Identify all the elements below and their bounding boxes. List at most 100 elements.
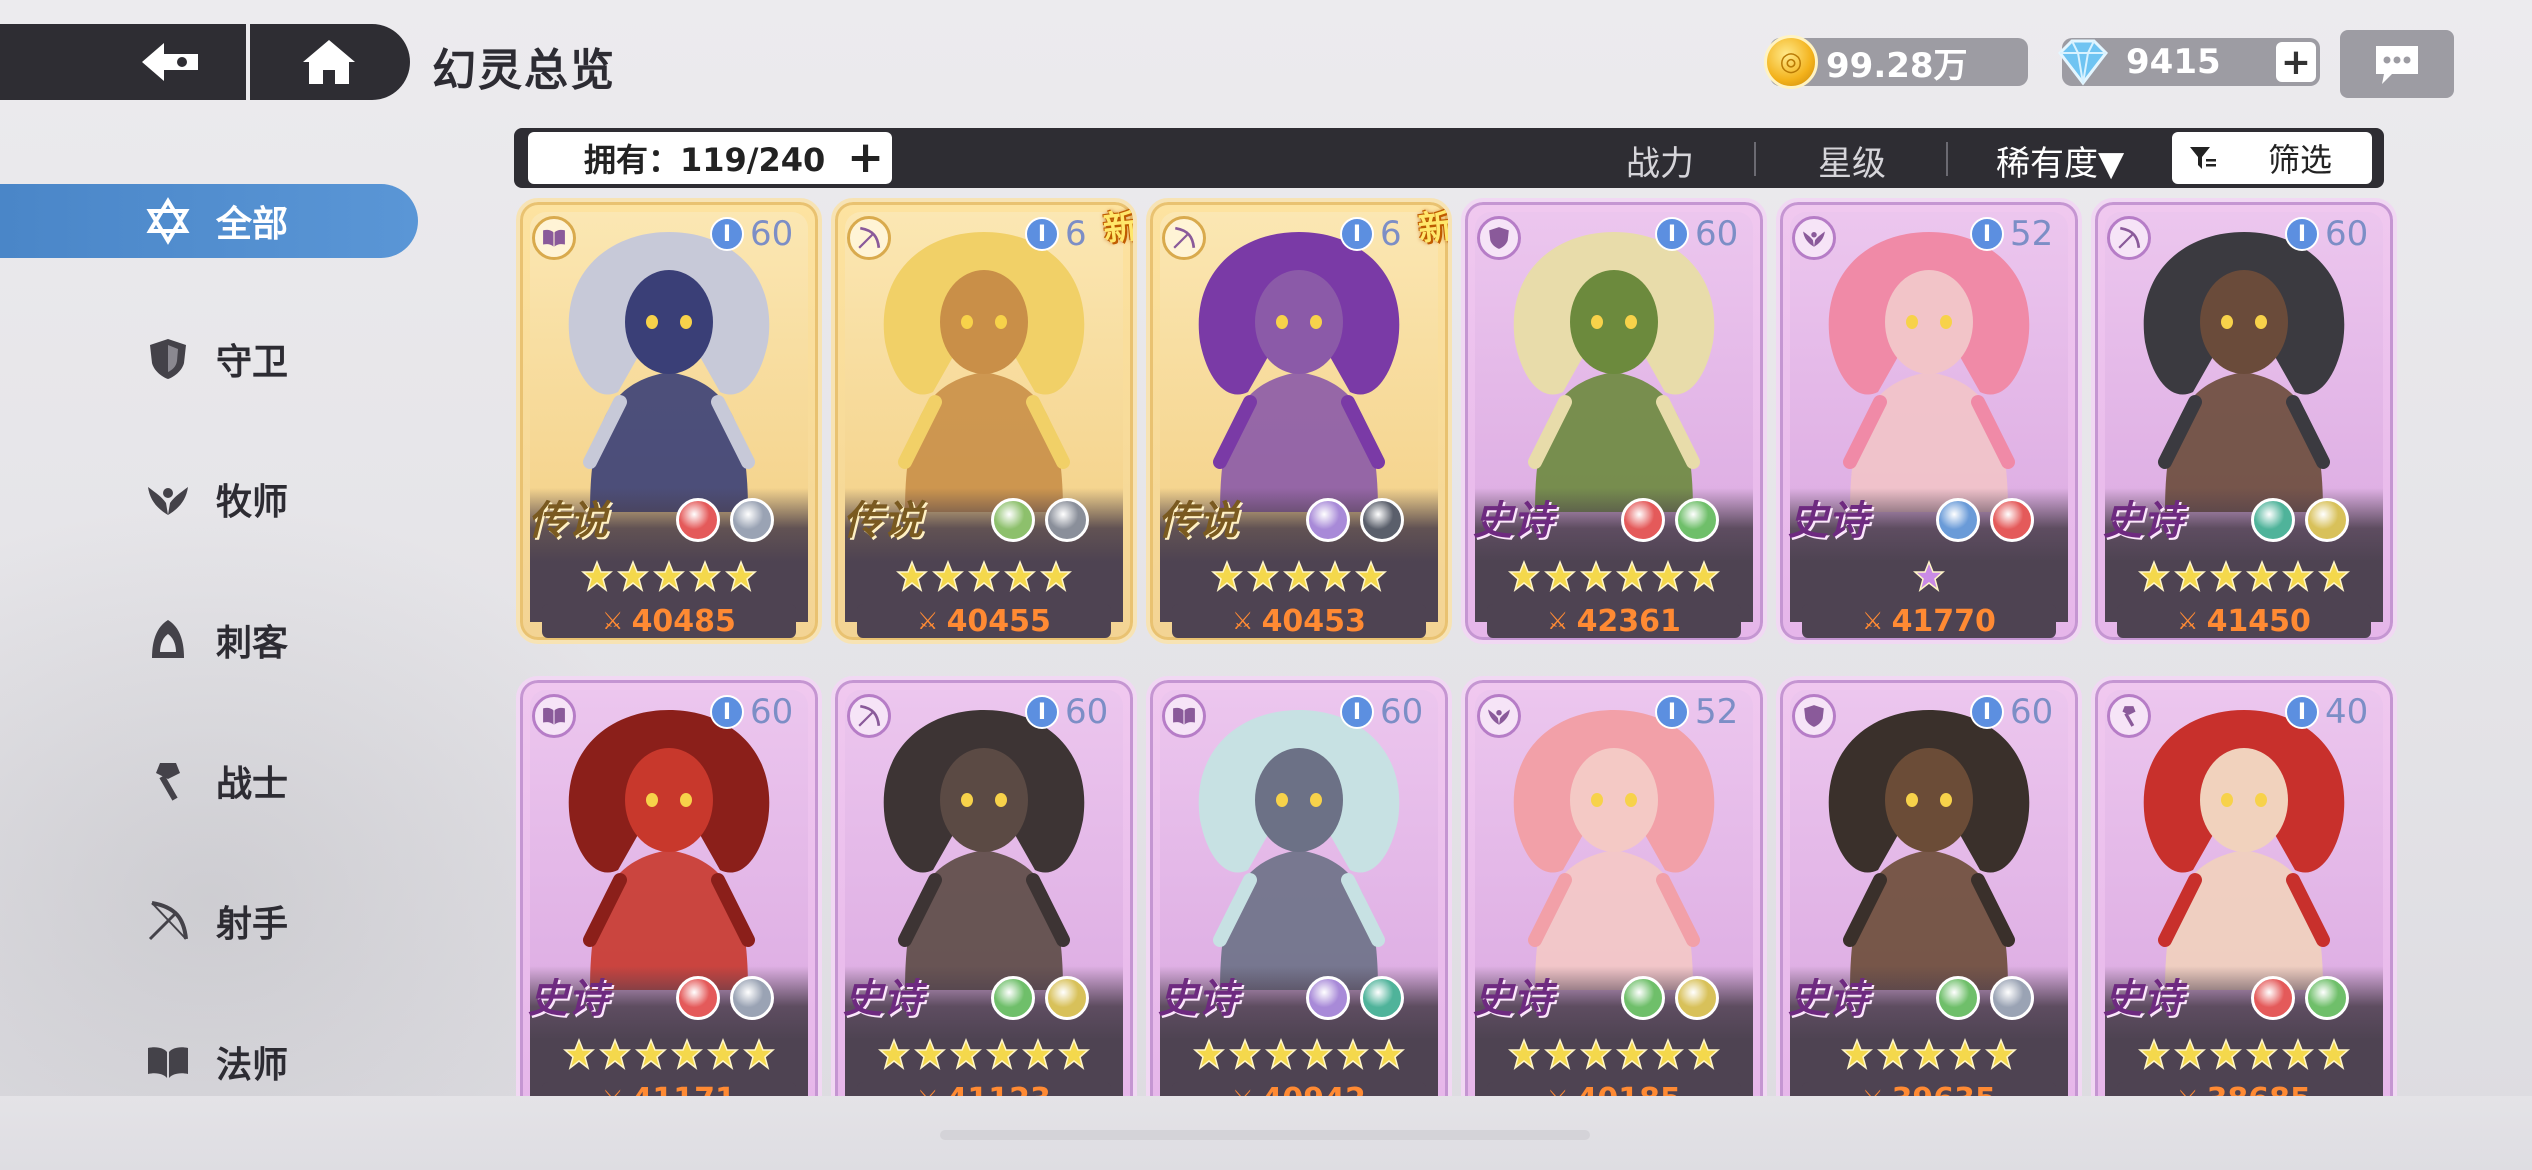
add-gems-button[interactable]: + — [2276, 42, 2316, 83]
sidebar-item-assassin[interactable]: 刺客 — [0, 603, 418, 677]
hero-card[interactable]: I52史诗⚔40185 — [1461, 676, 1767, 1122]
level-indicator: I 52 — [1970, 214, 2053, 254]
star-icon — [653, 560, 685, 592]
hero-card[interactable]: I60史诗⚔41123 — [831, 676, 1137, 1122]
axe-class-icon — [2107, 694, 2151, 738]
gold-currency: ◎ 99.28万 — [1764, 35, 2028, 89]
star-rating — [1790, 560, 2068, 596]
sort-by-rarity[interactable]: 稀有度▼ — [1996, 136, 2124, 185]
element-icon — [676, 498, 720, 542]
level-icon: I — [1025, 217, 1059, 251]
star-icon — [1949, 1038, 1981, 1070]
crossed-swords-icon: ⚔ — [1862, 607, 1884, 635]
sidebar-item-all[interactable]: 全部 — [0, 184, 418, 258]
expand-slots-plus-icon[interactable]: + — [847, 136, 884, 180]
chat-button[interactable] — [2340, 30, 2454, 98]
star-icon — [1004, 560, 1036, 592]
star-icon — [1283, 560, 1315, 592]
level-value: 60 — [2325, 214, 2369, 254]
element-icon — [1990, 498, 2034, 542]
star-icon — [599, 1038, 631, 1070]
sidebar-item-archer[interactable]: 射手 — [0, 884, 418, 958]
home-button[interactable] — [250, 24, 410, 100]
bow-icon — [142, 895, 194, 947]
level-icon: I — [1655, 695, 1689, 729]
rarity-label: 史诗 — [2103, 976, 2183, 1022]
element-icon — [2305, 498, 2349, 542]
power-number: 42361 — [1576, 603, 1681, 639]
star-icon — [1301, 1038, 1333, 1070]
star-icon — [1355, 560, 1387, 592]
wings-class-icon — [1477, 694, 1521, 738]
hood-icon — [142, 614, 194, 666]
hero-card[interactable]: I 60 史诗 ⚔ 41450 — [2091, 198, 2397, 644]
star-rating — [1790, 1038, 2068, 1074]
level-value: 6 — [1380, 214, 1402, 254]
level-indicator: I 60 — [710, 214, 793, 254]
star-icon — [725, 560, 757, 592]
level-icon: I — [1970, 695, 2004, 729]
star-icon — [1319, 560, 1351, 592]
sidebar-item-mage[interactable]: 法师 — [0, 1025, 418, 1099]
level-value: 60 — [1065, 692, 1109, 732]
level-indicator: I 40 — [2285, 692, 2368, 732]
sort-by-star[interactable]: 星级 — [1818, 136, 1886, 185]
rarity-label: 史诗 — [1473, 976, 1553, 1022]
hero-card[interactable]: I 60 史诗 ⚔ 42361 — [1461, 198, 1767, 644]
sidebar-item-priest[interactable]: 牧师 — [0, 462, 418, 536]
hero-card[interactable]: I 6 新传说 ⚔ 40455 — [831, 198, 1137, 644]
element-icon — [2251, 498, 2295, 542]
star-of-david-icon — [142, 195, 194, 247]
star-icon — [1508, 1038, 1540, 1070]
hero-card[interactable]: I 6 新传说 ⚔ 40453 — [1146, 198, 1452, 644]
hero-card[interactable]: I 60 传说 ⚔ 40485 — [516, 198, 822, 644]
level-icon: I — [1025, 695, 1059, 729]
shield-class-icon — [1792, 694, 1836, 738]
star-icon — [1580, 560, 1612, 592]
star-icon — [707, 1038, 739, 1070]
axe-icon — [142, 755, 194, 807]
hero-card[interactable]: I 52 史诗 ⚔ 41770 — [1776, 198, 2082, 644]
element-icon — [1045, 976, 1089, 1020]
level-value: 60 — [1380, 692, 1424, 732]
horizontal-scrollbar[interactable] — [940, 1130, 1590, 1140]
sidebar-item-guard[interactable]: 守卫 — [0, 322, 418, 396]
hero-card[interactable]: I60史诗⚔40942 — [1146, 676, 1452, 1122]
divider — [1754, 142, 1756, 176]
back-button[interactable] — [0, 24, 246, 100]
crossed-swords-icon: ⚔ — [1547, 607, 1569, 635]
power-number: 40455 — [946, 603, 1051, 639]
level-value: 60 — [2010, 692, 2054, 732]
level-indicator: I 52 — [1655, 692, 1738, 732]
level-indicator: I6 — [1340, 214, 1402, 254]
hero-card[interactable]: I60史诗⚔39635 — [1776, 676, 2082, 1122]
shield-icon — [142, 333, 194, 385]
bow-class-icon — [847, 216, 891, 260]
star-icon — [1373, 1038, 1405, 1070]
element-icon — [1306, 498, 1350, 542]
bow-class-icon — [847, 694, 891, 738]
owned-count: 拥有：119/240 — [584, 141, 826, 179]
star-rating — [530, 1038, 808, 1074]
page-title: 幻灵总览 — [432, 45, 616, 96]
element-icon — [730, 976, 774, 1020]
hero-card[interactable]: I40史诗⚔38685 — [2091, 676, 2397, 1122]
power-number: 40485 — [631, 603, 736, 639]
element-icon — [1360, 976, 1404, 1020]
owned-count-box[interactable]: 拥有：119/240 + — [528, 132, 892, 184]
home-icon — [296, 34, 362, 90]
rarity-label: 史诗 — [528, 976, 608, 1022]
sort-by-power[interactable]: 战力 — [1626, 136, 1694, 185]
rarity-label: 史诗 — [2103, 498, 2183, 544]
star-icon — [2246, 1038, 2278, 1070]
book-class-icon — [1162, 694, 1206, 738]
filter-icon — [2190, 147, 2216, 169]
power-number: 40453 — [1261, 603, 1366, 639]
filter-button[interactable]: 筛选 — [2172, 132, 2372, 184]
book-class-icon — [532, 216, 576, 260]
star-rating — [1475, 1038, 1753, 1074]
hero-card[interactable]: I60史诗⚔41171 — [516, 676, 822, 1122]
sidebar-item-warrior[interactable]: 战士 — [0, 744, 418, 818]
star-icon — [2282, 560, 2314, 592]
rarity-label: 史诗 — [1158, 976, 1238, 1022]
